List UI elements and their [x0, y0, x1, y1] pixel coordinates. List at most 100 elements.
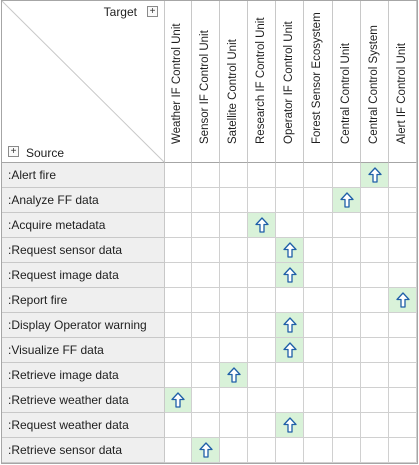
matrix-cell[interactable]: [192, 238, 220, 263]
matrix-cell[interactable]: [276, 438, 304, 463]
matrix-cell[interactable]: [248, 288, 276, 313]
matrix-cell[interactable]: [276, 288, 304, 313]
matrix-cell[interactable]: [304, 288, 333, 313]
matrix-cell[interactable]: [165, 388, 192, 413]
matrix-cell[interactable]: [165, 288, 192, 313]
matrix-cell[interactable]: [333, 213, 361, 238]
matrix-cell[interactable]: [220, 188, 248, 213]
matrix-cell[interactable]: [165, 313, 192, 338]
matrix-cell[interactable]: [361, 313, 389, 338]
matrix-cell[interactable]: [192, 438, 220, 463]
column-header[interactable]: Forest Sensor Ecosystem: [304, 1, 333, 163]
expand-source-button[interactable]: +: [8, 146, 19, 157]
row-header[interactable]: :Display Operator warning: [2, 313, 165, 338]
matrix-cell[interactable]: [248, 213, 276, 238]
row-header[interactable]: :Request weather data: [2, 413, 165, 438]
matrix-cell[interactable]: [192, 338, 220, 363]
matrix-cell[interactable]: [276, 163, 304, 188]
matrix-cell[interactable]: [276, 238, 304, 263]
matrix-cell[interactable]: [165, 338, 192, 363]
matrix-cell[interactable]: [361, 413, 389, 438]
matrix-cell[interactable]: [304, 363, 333, 388]
matrix-cell[interactable]: [248, 313, 276, 338]
matrix-cell[interactable]: [276, 313, 304, 338]
matrix-cell[interactable]: [333, 388, 361, 413]
matrix-cell[interactable]: [220, 213, 248, 238]
column-header[interactable]: Central Control Unit: [333, 1, 361, 163]
matrix-cell[interactable]: [389, 313, 417, 338]
row-header[interactable]: :Retrieve image data: [2, 363, 165, 388]
matrix-cell[interactable]: [192, 313, 220, 338]
matrix-cell[interactable]: [333, 313, 361, 338]
matrix-cell[interactable]: [333, 263, 361, 288]
matrix-cell[interactable]: [389, 163, 417, 188]
matrix-cell[interactable]: [248, 338, 276, 363]
row-header[interactable]: :Visualize FF data: [2, 338, 165, 363]
matrix-cell[interactable]: [220, 313, 248, 338]
matrix-cell[interactable]: [220, 238, 248, 263]
matrix-cell[interactable]: [389, 288, 417, 313]
matrix-cell[interactable]: [192, 263, 220, 288]
matrix-cell[interactable]: [165, 363, 192, 388]
matrix-cell[interactable]: [248, 363, 276, 388]
matrix-cell[interactable]: [192, 163, 220, 188]
matrix-cell[interactable]: [389, 363, 417, 388]
matrix-cell[interactable]: [276, 188, 304, 213]
expand-target-button[interactable]: +: [147, 6, 158, 17]
column-header[interactable]: Operator IF Control Unit: [276, 1, 304, 163]
matrix-cell[interactable]: [389, 438, 417, 463]
matrix-cell[interactable]: [333, 238, 361, 263]
matrix-cell[interactable]: [192, 388, 220, 413]
matrix-cell[interactable]: [165, 238, 192, 263]
matrix-cell[interactable]: [248, 438, 276, 463]
matrix-cell[interactable]: [220, 413, 248, 438]
row-header[interactable]: :Retrieve weather data: [2, 388, 165, 413]
matrix-cell[interactable]: [389, 238, 417, 263]
matrix-cell[interactable]: [389, 213, 417, 238]
matrix-cell[interactable]: [333, 438, 361, 463]
row-header[interactable]: :Retrieve sensor data: [2, 438, 165, 463]
matrix-cell[interactable]: [361, 163, 389, 188]
matrix-cell[interactable]: [276, 388, 304, 413]
matrix-cell[interactable]: [389, 413, 417, 438]
matrix-cell[interactable]: [248, 388, 276, 413]
matrix-cell[interactable]: [361, 263, 389, 288]
matrix-cell[interactable]: [361, 388, 389, 413]
row-header[interactable]: :Alert fire: [2, 163, 165, 188]
matrix-cell[interactable]: [333, 288, 361, 313]
matrix-cell[interactable]: [248, 163, 276, 188]
matrix-cell[interactable]: [276, 413, 304, 438]
matrix-cell[interactable]: [304, 388, 333, 413]
matrix-cell[interactable]: [165, 263, 192, 288]
matrix-cell[interactable]: [361, 363, 389, 388]
matrix-cell[interactable]: [192, 188, 220, 213]
matrix-cell[interactable]: [220, 363, 248, 388]
matrix-cell[interactable]: [304, 163, 333, 188]
matrix-cell[interactable]: [304, 263, 333, 288]
matrix-cell[interactable]: [248, 238, 276, 263]
matrix-cell[interactable]: [389, 188, 417, 213]
matrix-cell[interactable]: [304, 213, 333, 238]
matrix-cell[interactable]: [361, 238, 389, 263]
matrix-cell[interactable]: [165, 163, 192, 188]
matrix-cell[interactable]: [304, 238, 333, 263]
column-header[interactable]: Alert IF Control Unit: [389, 1, 417, 163]
matrix-cell[interactable]: [361, 288, 389, 313]
matrix-cell[interactable]: [276, 263, 304, 288]
matrix-cell[interactable]: [220, 388, 248, 413]
matrix-cell[interactable]: [165, 213, 192, 238]
matrix-cell[interactable]: [304, 313, 333, 338]
matrix-cell[interactable]: [192, 413, 220, 438]
matrix-cell[interactable]: [248, 263, 276, 288]
matrix-cell[interactable]: [248, 413, 276, 438]
matrix-cell[interactable]: [389, 263, 417, 288]
row-header[interactable]: :Report fire: [2, 288, 165, 313]
row-header[interactable]: :Request image data: [2, 263, 165, 288]
matrix-cell[interactable]: [192, 213, 220, 238]
matrix-cell[interactable]: [220, 288, 248, 313]
matrix-cell[interactable]: [192, 363, 220, 388]
matrix-cell[interactable]: [220, 263, 248, 288]
matrix-cell[interactable]: [220, 338, 248, 363]
row-header[interactable]: :Request sensor data: [2, 238, 165, 263]
matrix-cell[interactable]: [220, 163, 248, 188]
